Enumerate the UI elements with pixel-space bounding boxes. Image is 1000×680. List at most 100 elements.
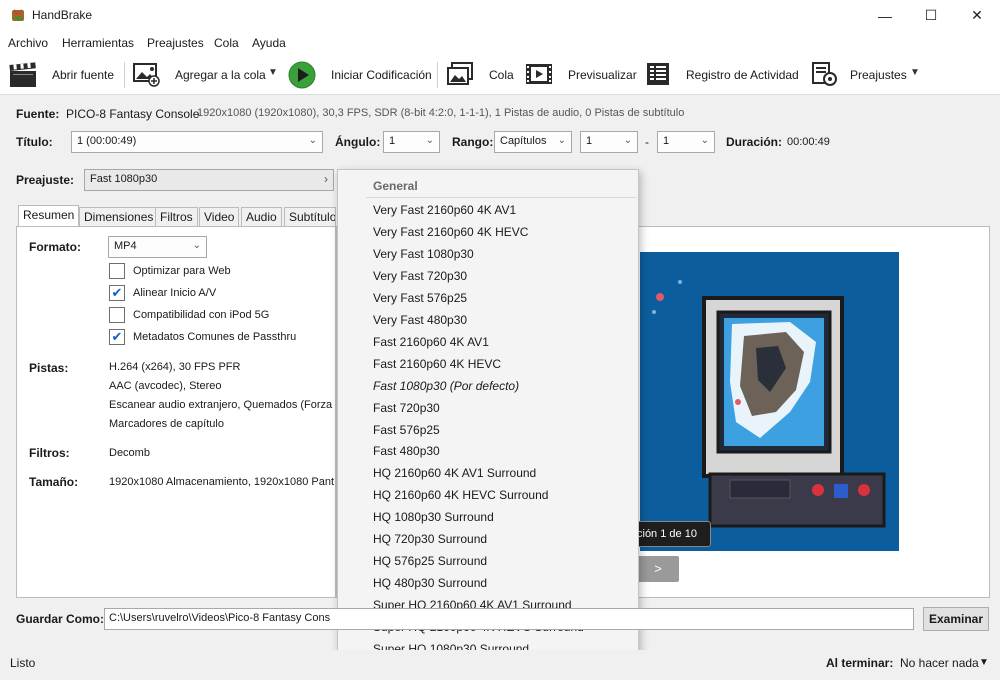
images-icon[interactable] xyxy=(446,61,474,87)
web-optimize-checkbox[interactable] xyxy=(109,263,125,279)
settings-doc-icon[interactable] xyxy=(810,61,838,87)
when-done-label: Al terminar: xyxy=(826,656,894,670)
chevron-down-icon: ⌄ xyxy=(192,240,201,251)
preset-menu-item[interactable]: HQ 2160p60 4K HEVC Surround xyxy=(373,488,548,502)
preset-menu-item[interactable]: HQ 576p25 Surround xyxy=(373,554,487,568)
start-encode-button[interactable]: Iniciar Codificación xyxy=(331,68,432,82)
passthru-metadata-checkbox[interactable]: ✔ xyxy=(109,329,125,345)
presets-dropdown-icon[interactable]: ▼ xyxy=(910,67,920,78)
preset-menu-item[interactable]: Fast 2160p60 4K HEVC xyxy=(373,357,501,371)
divider xyxy=(366,197,636,198)
window-title: HandBrake xyxy=(32,8,93,22)
preset-group-header: General xyxy=(373,179,418,193)
track-item: Escanear audio extranjero, Quemados (For… xyxy=(109,399,333,411)
preset-menu-item[interactable]: HQ 1080p30 Surround xyxy=(373,510,494,524)
tab-subtitulo[interactable]: Subtítulo xyxy=(284,207,336,226)
status-text: Listo xyxy=(10,656,36,670)
tab-filtros[interactable]: Filtros xyxy=(155,207,198,226)
chevron-down-icon: ⌄ xyxy=(425,135,434,146)
presets-button[interactable]: Preajustes xyxy=(850,68,907,82)
duration-value: 00:00:49 xyxy=(787,136,830,148)
preset-menu-item[interactable]: Fast 576p25 xyxy=(373,423,440,437)
format-label: Formato: xyxy=(29,240,81,254)
align-av-label: Alinear Inicio A/V xyxy=(133,287,217,299)
tab-video[interactable]: Video xyxy=(199,207,240,226)
web-optimize-label: Optimizar para Web xyxy=(133,265,231,277)
title-select[interactable]: 1 (00:00:49) ⌄ xyxy=(71,131,323,153)
activity-log-button[interactable]: Registro de Actividad xyxy=(686,68,799,82)
maximize-icon[interactable]: ☐ xyxy=(908,0,954,31)
preview-button[interactable]: Previsualizar xyxy=(568,68,637,82)
range-from-select[interactable]: 1 ⌄ xyxy=(580,131,638,153)
preset-menu-item[interactable]: HQ 720p30 Surround xyxy=(373,532,487,546)
tab-resumen[interactable]: Resumen xyxy=(18,205,80,227)
tracks-label: Pistas: xyxy=(29,361,69,375)
format-select[interactable]: MP4 ⌄ xyxy=(108,236,207,258)
preset-menu-item[interactable]: Very Fast 2160p60 4K HEVC xyxy=(373,225,528,239)
menu-ayuda[interactable]: Ayuda xyxy=(252,36,286,50)
queue-button[interactable]: Cola xyxy=(489,68,514,82)
preset-menu-item[interactable]: Very Fast 2160p60 4K AV1 xyxy=(373,203,516,217)
title-label: Título: xyxy=(16,135,53,149)
open-source-button[interactable]: Abrir fuente xyxy=(52,68,114,82)
menu-preajustes[interactable]: Preajustes xyxy=(147,36,204,50)
preset-select-value: Fast 1080p30 xyxy=(90,173,158,185)
range-to-select[interactable]: 1 ⌄ xyxy=(657,131,715,153)
ipod-label: Compatibilidad con iPod 5G xyxy=(133,309,270,321)
close-icon[interactable]: ✕ xyxy=(954,0,1000,31)
angle-select-value: 1 xyxy=(389,135,396,147)
preset-label: Preajuste: xyxy=(16,173,75,187)
tab-dimensiones[interactable]: Dimensiones xyxy=(79,207,159,226)
range-type-select[interactable]: Capítulos ⌄ xyxy=(494,131,572,153)
preset-menu-item[interactable]: HQ 480p30 Surround xyxy=(373,576,487,590)
toolbar-separator xyxy=(437,62,438,88)
preset-menu-item[interactable]: Very Fast 720p30 xyxy=(373,269,467,283)
handbrake-logo-icon xyxy=(12,9,24,21)
preset-select[interactable]: Fast 1080p30 › xyxy=(84,169,334,191)
preview-image xyxy=(640,252,899,551)
menu-archivo[interactable]: Archivo xyxy=(8,36,48,50)
add-queue-dropdown-icon[interactable]: ▼ xyxy=(268,67,278,78)
log-icon[interactable] xyxy=(645,61,673,87)
when-done-select[interactable]: No hacer nada xyxy=(900,656,979,670)
ipod-checkbox[interactable] xyxy=(109,307,125,323)
chevron-right-icon: › xyxy=(324,172,328,186)
range-from-value: 1 xyxy=(586,135,593,147)
preset-menu-item[interactable]: HQ 2160p60 4K AV1 Surround xyxy=(373,466,536,480)
save-path-input[interactable]: C:\Users\ruvelro\Videos\Pico-8 Fantasy C… xyxy=(104,608,914,630)
film-icon[interactable] xyxy=(525,61,553,87)
menu-herramientas[interactable]: Herramientas xyxy=(62,36,134,50)
preset-menu-item[interactable]: Fast 2160p60 4K AV1 xyxy=(373,335,489,349)
track-item: H.264 (x264), 30 FPS PFR xyxy=(109,361,241,373)
range-dash: - xyxy=(645,135,649,149)
chevron-down-icon[interactable]: ▼ xyxy=(979,657,989,668)
preset-menu-item[interactable]: Very Fast 480p30 xyxy=(373,313,467,327)
angle-label: Ángulo: xyxy=(335,135,381,149)
browse-button[interactable]: Examinar xyxy=(923,607,989,631)
chevron-down-icon: ⌄ xyxy=(557,135,566,146)
preset-menu-item[interactable]: Fast 1080p30 (Por defecto) xyxy=(373,379,519,393)
chevron-down-icon: ⌄ xyxy=(308,135,317,146)
minimize-icon[interactable]: — xyxy=(862,0,908,31)
align-av-checkbox[interactable]: ✔ xyxy=(109,285,125,301)
range-to-value: 1 xyxy=(663,135,670,147)
preset-menu-item[interactable]: Fast 480p30 xyxy=(373,444,440,458)
tab-audio[interactable]: Audio xyxy=(241,207,282,226)
clapperboard-icon[interactable] xyxy=(9,62,37,88)
filters-value: Decomb xyxy=(109,447,150,459)
chevron-down-icon: ⌄ xyxy=(623,135,632,146)
preset-menu-item[interactable]: Very Fast 576p25 xyxy=(373,291,467,305)
preset-menu-item[interactable]: Fast 720p30 xyxy=(373,401,440,415)
menu-cola[interactable]: Cola xyxy=(214,36,239,50)
add-image-icon[interactable] xyxy=(132,61,160,87)
range-label: Rango: xyxy=(452,135,494,149)
preset-menu-item[interactable]: Very Fast 1080p30 xyxy=(373,247,474,261)
size-label: Tamaño: xyxy=(29,475,79,489)
source-details: 1920x1080 (1920x1080), 30,3 FPS, SDR (8-… xyxy=(197,107,685,119)
add-to-queue-button[interactable]: Agregar a la cola xyxy=(175,68,266,82)
title-bar xyxy=(0,0,1000,31)
preview-next-button[interactable]: > xyxy=(637,556,679,582)
play-icon[interactable] xyxy=(288,61,316,89)
angle-select[interactable]: 1 ⌄ xyxy=(383,131,440,153)
source-label: Fuente: xyxy=(16,107,60,121)
